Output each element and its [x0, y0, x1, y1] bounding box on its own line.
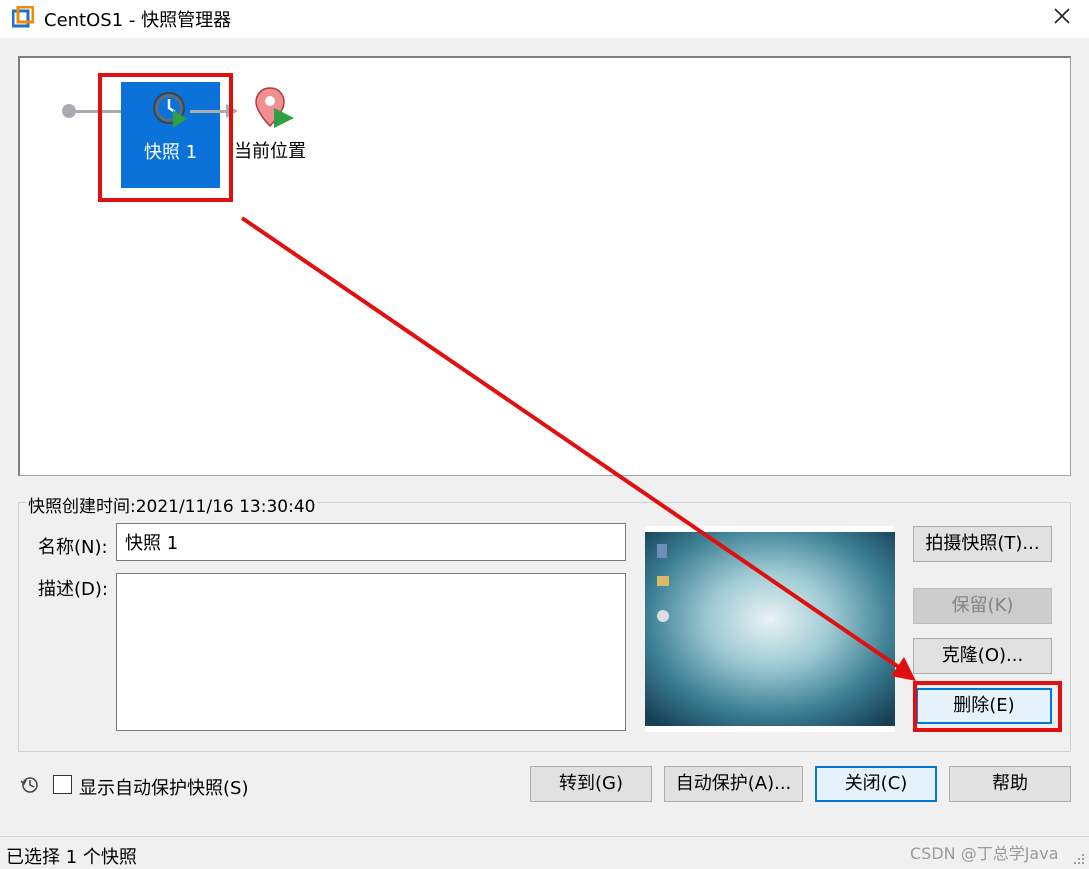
highlight-box-snapshot — [98, 73, 233, 202]
title-bar: CentOS1 - 快照管理器 — [0, 0, 1089, 38]
show-auto-snapshots-checkbox[interactable] — [53, 775, 72, 794]
clone-button[interactable]: 克隆(O)... — [913, 638, 1052, 674]
name-field[interactable] — [116, 523, 626, 561]
keep-button[interactable]: 保留(K) — [913, 588, 1052, 624]
highlight-box-delete — [913, 681, 1062, 732]
show-auto-snapshots-label[interactable]: 显示自动保护快照(S) — [79, 774, 248, 800]
close-icon[interactable] — [1050, 4, 1074, 28]
description-label: 描述(D): — [38, 579, 108, 600]
vmware-icon — [12, 6, 34, 28]
snapshot-thumbnail — [645, 526, 895, 732]
autoprotect-button[interactable]: 自动保护(A)... — [664, 766, 803, 802]
name-label: 名称(N): — [38, 537, 108, 558]
history-icon — [20, 777, 38, 793]
close-button[interactable]: 关闭(C) — [815, 766, 937, 802]
created-time-label: 快照创建时间:2021/11/16 13:30:40 — [26, 492, 318, 517]
goto-button[interactable]: 转到(G) — [530, 766, 652, 802]
resize-grip-icon[interactable] — [1072, 852, 1086, 866]
window-title: CentOS1 - 快照管理器 — [44, 10, 232, 31]
description-field[interactable] — [116, 573, 626, 731]
current-position-label: 当前位置 — [234, 141, 306, 162]
take-snapshot-button[interactable]: 拍摄快照(T)... — [913, 526, 1052, 562]
help-button[interactable]: 帮助 — [949, 766, 1071, 802]
location-pin-icon — [255, 87, 294, 128]
status-text: 已选择 1 个快照 — [6, 847, 137, 868]
status-separator — [0, 836, 1089, 837]
tree-root-dot — [62, 104, 76, 118]
watermark: CSDN @丁总学Java — [910, 844, 1059, 863]
